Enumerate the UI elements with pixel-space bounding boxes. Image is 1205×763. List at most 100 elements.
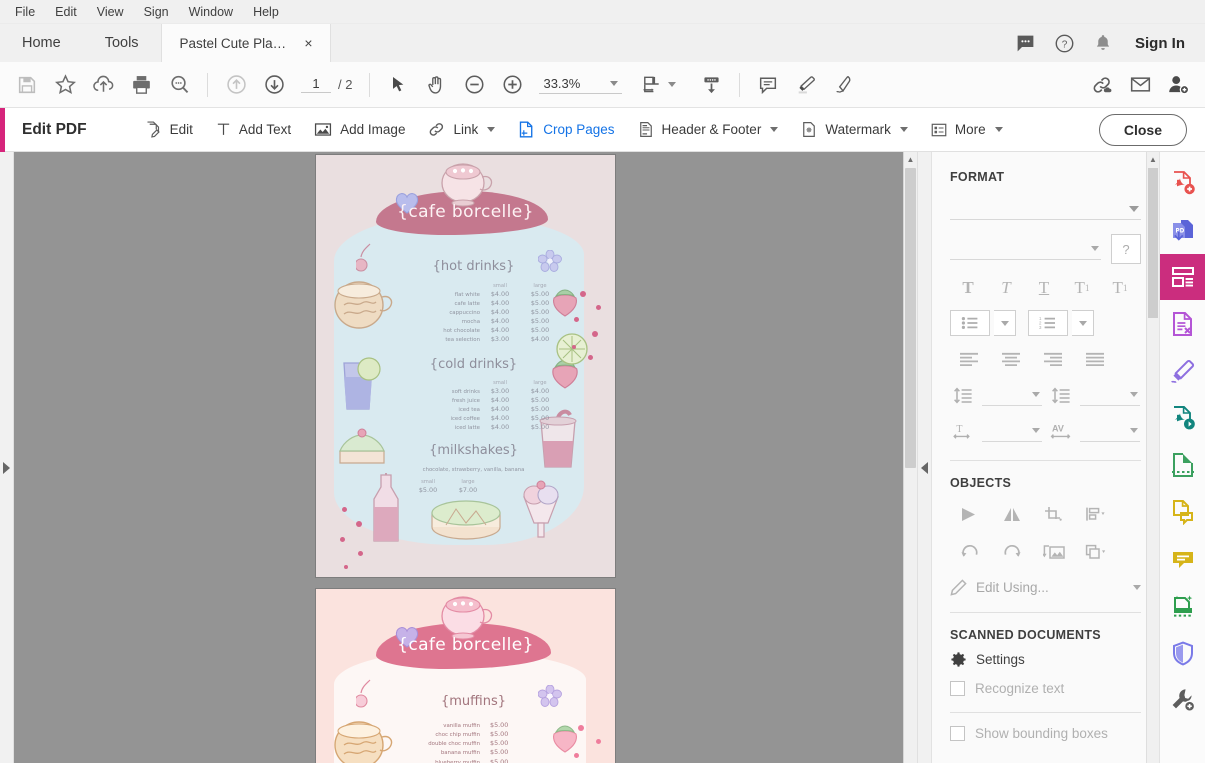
sign-in-button[interactable]: Sign In — [1131, 35, 1189, 52]
subscript-icon[interactable]: T1 — [1102, 274, 1138, 302]
italic-icon[interactable]: T — [988, 274, 1024, 302]
tab-document[interactable]: Pastel Cute Playful ... × — [160, 24, 331, 62]
bulleted-list-icon[interactable] — [950, 310, 990, 336]
expand-left-panel-icon[interactable] — [3, 461, 10, 474]
protect-icon[interactable] — [1160, 630, 1205, 676]
bell-icon[interactable] — [1093, 33, 1113, 53]
sign-icon[interactable] — [827, 69, 861, 101]
scrollbar-thumb[interactable] — [1148, 168, 1158, 318]
upload-cloud-icon[interactable] — [86, 69, 120, 101]
chevron-down-icon[interactable] — [1133, 585, 1141, 590]
chevron-down-icon[interactable] — [1091, 246, 1099, 251]
fit-page-icon[interactable] — [634, 69, 668, 101]
show-bounding-boxes-row[interactable]: Show bounding boxes — [950, 726, 1141, 741]
crop-pages-button[interactable]: Crop Pages — [508, 115, 623, 144]
numbered-list-chevron[interactable] — [1072, 310, 1094, 336]
font-family-select[interactable] — [950, 198, 1141, 220]
help-icon[interactable]: ? — [1054, 33, 1075, 54]
align-objects-icon[interactable] — [1076, 500, 1116, 528]
numbered-list-icon[interactable]: 123 — [1028, 310, 1068, 336]
chevron-down-icon[interactable] — [994, 127, 1003, 132]
compress-pdf-icon[interactable] — [1160, 442, 1205, 488]
chevron-down-icon[interactable] — [899, 127, 908, 132]
watermark-button[interactable]: Watermark — [791, 115, 917, 144]
menu-item-view[interactable]: View — [88, 3, 133, 21]
right-panel-toggle[interactable] — [917, 152, 931, 763]
comment-icon[interactable] — [1015, 33, 1036, 54]
next-page-icon[interactable] — [257, 69, 291, 101]
search-icon[interactable] — [162, 69, 196, 101]
select-cursor-icon[interactable] — [381, 69, 415, 101]
font-size-select[interactable] — [950, 238, 1101, 260]
zoom-in-icon[interactable] — [495, 69, 529, 101]
recognize-text-checkbox[interactable] — [950, 681, 965, 696]
fit-page-chevron-icon[interactable] — [668, 82, 677, 87]
more-tools-icon[interactable] — [1160, 677, 1205, 723]
align-left-icon[interactable] — [950, 346, 988, 372]
scan-ocr-icon[interactable] — [1160, 583, 1205, 629]
link-button[interactable]: Link — [418, 115, 504, 144]
add-image-button[interactable]: Add Image — [304, 115, 414, 144]
edit-using-row[interactable]: Edit Using... — [950, 579, 1141, 596]
pdf-page-2[interactable]: {cafe borcelle} {muffins} vanilla muffin… — [315, 588, 616, 763]
comment-icon[interactable] — [1160, 348, 1205, 394]
export-pdf-icon[interactable] — [1160, 207, 1205, 253]
menu-item-window[interactable]: Window — [180, 3, 242, 21]
scroll-up-icon[interactable]: ▲ — [904, 152, 917, 167]
tab-tools[interactable]: Tools — [83, 24, 161, 62]
close-button[interactable]: Close — [1098, 113, 1187, 146]
show-bounding-boxes-checkbox[interactable] — [950, 726, 965, 741]
bulleted-list-chevron[interactable] — [994, 310, 1016, 336]
bold-icon[interactable]: T — [950, 274, 986, 302]
rotate-ccw-icon[interactable] — [950, 538, 990, 566]
settings-row[interactable]: Settings — [950, 651, 1141, 668]
add-text-button[interactable]: Add Text — [206, 115, 300, 144]
horizontal-scale-select[interactable] — [982, 420, 1042, 442]
line-spacing-select[interactable] — [982, 384, 1042, 406]
align-center-icon[interactable] — [992, 346, 1030, 372]
scroll-up-icon[interactable]: ▲ — [1147, 152, 1159, 166]
character-spacing-select[interactable] — [1080, 420, 1140, 442]
flip-horizontal-icon[interactable] — [950, 500, 990, 528]
superscript-icon[interactable]: T1 — [1064, 274, 1100, 302]
paragraph-spacing-select[interactable] — [1080, 384, 1140, 406]
chevron-down-icon[interactable] — [1129, 205, 1139, 212]
document-viewport[interactable]: {cafe borcelle} {hot drinks} small large … — [14, 152, 917, 763]
tab-home[interactable]: Home — [0, 24, 83, 62]
font-help-button[interactable]: ? — [1111, 234, 1141, 264]
combine-files-icon[interactable] — [1160, 489, 1205, 535]
flip-vertical-icon[interactable] — [992, 500, 1032, 528]
chevron-down-icon[interactable] — [487, 127, 496, 132]
pdf-page-1[interactable]: {cafe borcelle} {hot drinks} small large … — [315, 154, 616, 578]
document-scrollbar[interactable]: ▲ ▼ — [903, 152, 917, 763]
star-icon[interactable] — [48, 69, 82, 101]
share-link-icon[interactable] — [1085, 69, 1119, 101]
edit-button[interactable]: Edit — [135, 115, 202, 144]
close-tab-icon[interactable]: × — [301, 34, 315, 52]
arrange-icon[interactable] — [1076, 538, 1116, 566]
edit-pdf-icon[interactable] — [1159, 254, 1205, 300]
left-panel-toggle[interactable] — [0, 152, 14, 763]
highlight-icon[interactable] — [789, 69, 823, 101]
add-person-icon[interactable] — [1161, 69, 1195, 101]
align-right-icon[interactable] — [1034, 346, 1072, 372]
chevron-down-icon[interactable] — [610, 81, 619, 86]
page-number-input[interactable] — [301, 76, 331, 93]
scrollbar-thumb[interactable] — [905, 168, 916, 468]
menu-item-edit[interactable]: Edit — [46, 3, 86, 21]
align-justify-icon[interactable] — [1076, 346, 1114, 372]
collapse-right-panel-icon[interactable] — [921, 461, 928, 474]
crop-icon[interactable] — [1034, 500, 1074, 528]
save-icon[interactable] — [10, 69, 44, 101]
header-footer-button[interactable]: Header & Footer — [628, 115, 788, 144]
underline-icon[interactable]: T — [1026, 274, 1062, 302]
menu-item-file[interactable]: File — [6, 3, 44, 21]
recognize-text-row[interactable]: Recognize text — [950, 681, 1141, 696]
print-icon[interactable] — [124, 69, 158, 101]
chevron-down-icon[interactable] — [770, 127, 779, 132]
comment-icon[interactable] — [751, 69, 785, 101]
rotate-cw-icon[interactable] — [992, 538, 1032, 566]
hand-tool-icon[interactable] — [419, 69, 453, 101]
email-icon[interactable] — [1123, 69, 1157, 101]
previous-page-icon[interactable] — [219, 69, 253, 101]
